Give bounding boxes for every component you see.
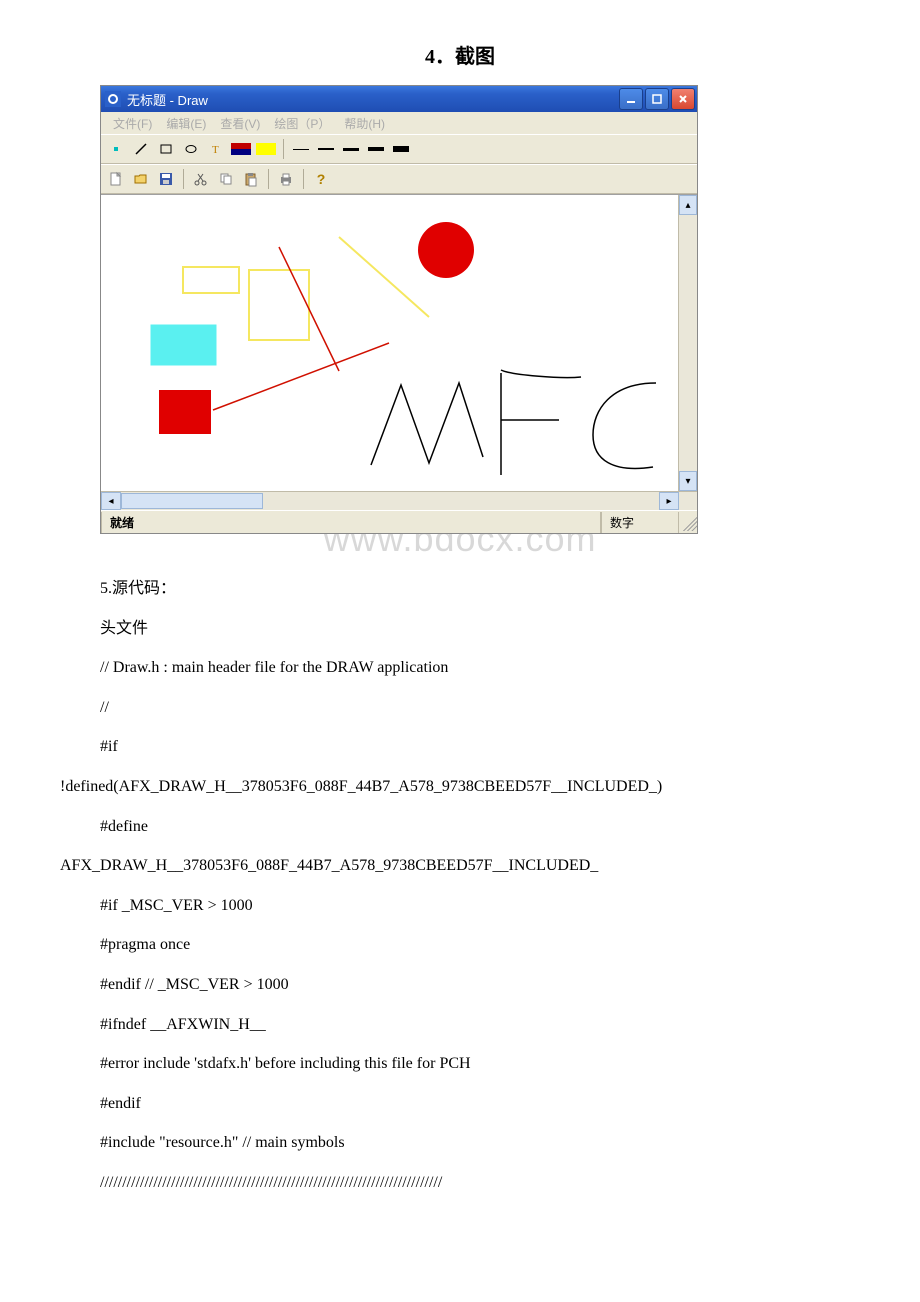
text-line: #pragma once xyxy=(100,928,860,962)
app-icon xyxy=(105,91,121,107)
linewidth-2[interactable] xyxy=(315,138,337,160)
menu-help[interactable]: 帮助(H) xyxy=(338,113,391,134)
menu-edit[interactable]: 编辑(E) xyxy=(160,113,212,134)
vertical-scrollbar[interactable]: ▴ ▾ xyxy=(678,195,697,491)
scroll-right-button[interactable]: ▸ xyxy=(659,492,679,510)
tool-line[interactable] xyxy=(130,138,152,160)
tool-text[interactable]: T xyxy=(205,138,227,160)
cut-button[interactable] xyxy=(190,168,212,190)
scroll-up-button[interactable]: ▴ xyxy=(679,195,697,215)
text-line: 5.源代码： xyxy=(100,572,860,606)
client-area: ▴ ▾ xyxy=(101,194,697,491)
linewidth-3[interactable] xyxy=(340,138,362,160)
text-line: #define xyxy=(100,810,860,844)
print-button[interactable] xyxy=(275,168,297,190)
document-body: 5.源代码： 头文件 // Draw.h : main header file … xyxy=(100,572,860,1200)
separator xyxy=(303,169,304,189)
text-line: !defined(AFX_DRAW_H__378053F6_088F_44B7_… xyxy=(60,770,860,804)
text-line: #endif // _MSC_VER > 1000 xyxy=(100,968,860,1002)
text-line: #if _MSC_VER > 1000 xyxy=(100,889,860,923)
scroll-down-button[interactable]: ▾ xyxy=(679,471,697,491)
linewidth-5[interactable] xyxy=(390,138,412,160)
section-heading: 4．截图 xyxy=(60,40,860,69)
menubar: 文件(F) 编辑(E) 查看(V) 绘图（P） 帮助(H) xyxy=(101,112,697,134)
svg-text:T: T xyxy=(212,144,219,156)
scroll-left-button[interactable]: ◂ xyxy=(101,492,121,510)
status-ready: 就绪 xyxy=(101,512,601,533)
save-button[interactable] xyxy=(155,168,177,190)
open-button[interactable] xyxy=(130,168,152,190)
titlebar: 无标题 - Draw xyxy=(101,86,697,112)
text-line: // Draw.h : main header file for the DRA… xyxy=(100,651,860,685)
text-line: #error include 'stdafx.h' before includi… xyxy=(100,1047,860,1081)
separator xyxy=(268,169,269,189)
window-title: 无标题 - Draw xyxy=(127,90,619,109)
text-line: #endif xyxy=(100,1087,860,1121)
linewidth-1[interactable] xyxy=(290,138,312,160)
horizontal-scrollbar[interactable]: ◂ ▸ xyxy=(101,491,697,510)
linewidth-4[interactable] xyxy=(365,138,387,160)
separator xyxy=(283,139,284,159)
statusbar: 就绪 数字 xyxy=(101,510,697,533)
text-line: #ifndef __AFXWIN_H__ xyxy=(100,1008,860,1042)
text-line: AFX_DRAW_H__378053F6_088F_44B7_A578_9738… xyxy=(60,849,860,883)
help-button[interactable]: ? xyxy=(310,168,332,190)
draw-toolbar: T xyxy=(101,134,697,164)
status-num: 数字 xyxy=(601,512,679,533)
scroll-thumb[interactable] xyxy=(121,493,263,509)
screenshot-window: 无标题 - Draw 文件(F) 编辑(E) 查看(V) 绘图（P） 帮助(H)… xyxy=(100,85,698,534)
standard-toolbar: ? xyxy=(101,164,697,194)
separator xyxy=(183,169,184,189)
color-swatch-2[interactable] xyxy=(255,138,277,160)
tool-ellipse[interactable] xyxy=(180,138,202,160)
resize-grip[interactable] xyxy=(679,513,697,531)
paste-button[interactable] xyxy=(240,168,262,190)
copy-button[interactable] xyxy=(215,168,237,190)
text-line: #if xyxy=(100,730,860,764)
tool-rect[interactable] xyxy=(155,138,177,160)
minimize-button[interactable] xyxy=(619,88,643,110)
text-line: 头文件 xyxy=(100,612,860,646)
close-button[interactable] xyxy=(671,88,695,110)
drawing-canvas[interactable] xyxy=(101,195,678,491)
color-swatch-1[interactable] xyxy=(230,138,252,160)
text-line: #include "resource.h" // main symbols xyxy=(100,1126,860,1160)
tool-point[interactable] xyxy=(105,138,127,160)
new-button[interactable] xyxy=(105,168,127,190)
menu-file[interactable]: 文件(F) xyxy=(107,113,158,134)
text-line: ////////////////////////////////////////… xyxy=(100,1166,860,1200)
text-line: // xyxy=(100,691,860,725)
menu-view[interactable]: 查看(V) xyxy=(214,113,266,134)
maximize-button[interactable] xyxy=(645,88,669,110)
menu-draw[interactable]: 绘图（P） xyxy=(268,113,336,134)
